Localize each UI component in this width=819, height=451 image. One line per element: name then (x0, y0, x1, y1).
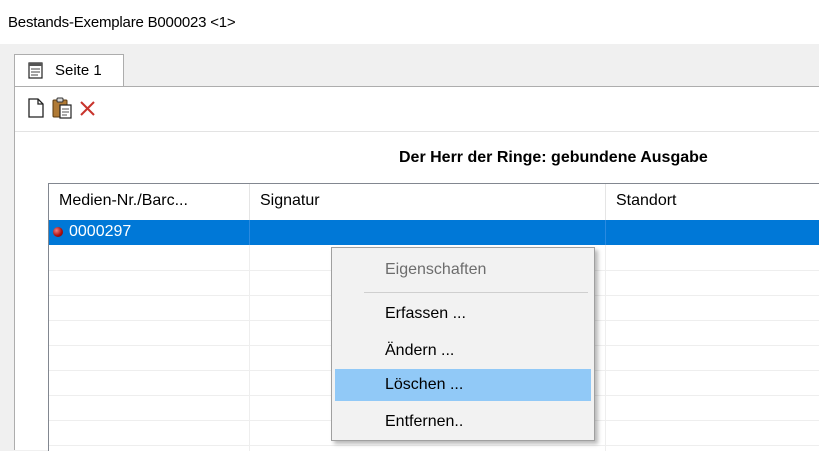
window-title: Bestands-Exemplare B000023 <1> (8, 14, 236, 31)
new-document-icon (28, 98, 44, 118)
new-button[interactable] (23, 95, 49, 121)
menu-item-eigenschaften[interactable]: Eigenschaften (335, 254, 591, 286)
cell-standort (606, 220, 819, 245)
tab-seite-1[interactable]: Seite 1 (14, 54, 124, 86)
medien-nr-value: 0000297 (69, 223, 132, 240)
window-title-bar: Bestands-Exemplare B000023 <1> (0, 0, 819, 44)
column-header-standort[interactable]: Standort (606, 184, 819, 220)
column-header-signatur[interactable]: Signatur (250, 184, 606, 220)
tab-strip: Seite 1 (0, 44, 819, 86)
grid-column-line (605, 245, 606, 451)
grid-column-line (249, 245, 250, 451)
tab-label: Seite 1 (55, 62, 102, 79)
record-status-icon (53, 227, 63, 237)
paste-button[interactable] (49, 95, 75, 121)
cell-signatur (250, 220, 606, 245)
menu-item-loeschen[interactable]: Löschen ... (335, 369, 591, 401)
delete-button[interactable] (75, 95, 101, 121)
toolbar-separator (15, 131, 819, 132)
menu-item-erfassen[interactable]: Erfassen ... (335, 298, 591, 330)
context-menu: Eigenschaften Erfassen ... Ändern ... Lö… (331, 247, 595, 441)
menu-separator (364, 292, 588, 293)
record-heading: Der Herr der Ringe: gebundene Ausgabe (399, 149, 708, 166)
grid-header: Medien-Nr./Barc... Signatur Standort (49, 184, 819, 220)
menu-item-entfernen[interactable]: Entfernen.. (335, 406, 591, 438)
cell-medien-nr: 0000297 (49, 220, 250, 245)
menu-item-aendern[interactable]: Ändern ... (335, 335, 591, 367)
column-header-medien-nr[interactable]: Medien-Nr./Barc... (49, 184, 250, 220)
page-icon (28, 62, 43, 79)
grid-line (49, 445, 819, 446)
paste-icon (52, 97, 72, 119)
delete-icon (80, 101, 95, 116)
table-row[interactable]: 0000297 (49, 220, 819, 245)
